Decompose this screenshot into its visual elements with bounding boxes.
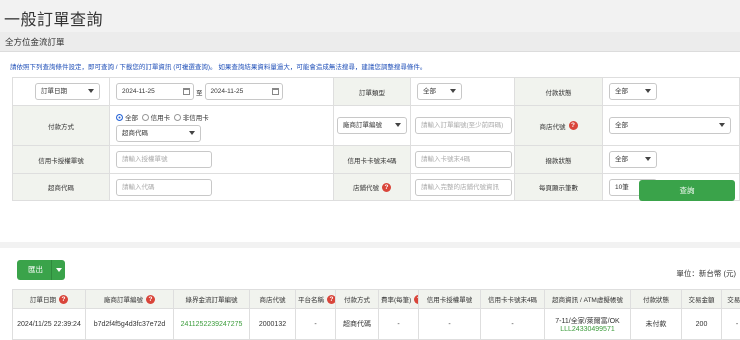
ecpay-order-no-link[interactable]: 2411252239247275 xyxy=(173,308,250,340)
store-id-label-cell: 商店代號? xyxy=(514,105,603,146)
help-icon[interactable]: ? xyxy=(414,295,418,305)
table-header-row: 訂單日期? 廠商訂單編號? 綠界金流訂單編號 商店代號 平台名稱? 付款方式 費… xyxy=(12,289,740,309)
column-header: 信用卡授權單號 xyxy=(418,289,481,309)
query-button[interactable]: 查詢 xyxy=(639,180,735,201)
column-header: 超商資訊 / ATM虛擬帳號 xyxy=(544,289,631,309)
currency-unit: 單位：新台幣 (元) xyxy=(676,269,736,278)
column-header: 信用卡卡號末4碼 xyxy=(480,289,545,309)
column-header: 商店代號 xyxy=(249,289,296,309)
order-no-type-cell: 廠商訂單編號 xyxy=(333,105,411,146)
payment-status-cell: 全部 xyxy=(602,77,740,106)
page-title: 一般訂單查詢 xyxy=(4,12,104,29)
card-auth-cell-value: - xyxy=(418,308,481,340)
payment-status-cell-value: 未付款 xyxy=(630,308,682,340)
help-icon[interactable]: ? xyxy=(59,295,68,305)
cvs-info-line1: 7-11/全家/萊爾富/OK xyxy=(555,317,620,325)
appropriation-label: 撥款狀態 xyxy=(514,145,603,174)
search-instructions: 請依照下列查詢條件設定，即可查詢 / 下載您的訂單資訊 (可複選查詢)。 如果查… xyxy=(10,64,427,71)
merchant-order-no-cell: b7d2f4f5g4d3fc37e72d xyxy=(85,308,174,340)
payment-status-label: 付款狀態 xyxy=(514,77,603,106)
appropriation-select[interactable]: 全部 xyxy=(609,151,657,168)
date-type-select[interactable]: 訂單日期 xyxy=(35,83,100,100)
order-type-cell: 全部 xyxy=(410,77,515,106)
card-auth-label: 信用卡授權單號 xyxy=(12,145,110,174)
help-icon[interactable]: ? xyxy=(382,182,391,192)
order-no-type-select[interactable]: 廠商訂單編號 xyxy=(337,117,407,134)
date-from-value: 2024-11-25 xyxy=(122,88,155,95)
export-label: 匯出 xyxy=(28,265,43,274)
card-last4-cell: 請輸入卡號末4碼 xyxy=(410,145,515,174)
date-from-input[interactable]: 2024-11-25 xyxy=(116,83,194,100)
payment-status-select[interactable]: 全部 xyxy=(609,83,657,100)
store-id-select[interactable]: 全部 xyxy=(609,117,731,134)
column-header: 付款狀態 xyxy=(630,289,682,309)
cvs-code-label: 超商代碼 xyxy=(12,173,110,201)
payment-method-radios: 全部 信用卡 非信用卡 xyxy=(116,112,209,122)
filter-area: 訂單日期 2024-11-25 至 2024-11-25 訂單類型 全部 付款狀… xyxy=(12,77,740,201)
radio-credit[interactable] xyxy=(141,114,149,122)
results-table: 訂單日期? 廠商訂單編號? 綠界金流訂單編號 商店代號 平台名稱? 付款方式 費… xyxy=(12,289,740,340)
payment-method-label: 付款方式 xyxy=(12,105,110,146)
order-date-cell: 2024/11/25 22:39:24 xyxy=(12,308,86,340)
radio-all-label: 全部 xyxy=(125,114,138,122)
branch-no-input[interactable]: 請輸入完整的店鋪代號資訊 xyxy=(415,178,512,196)
date-to-input[interactable]: 2024-11-25 xyxy=(204,83,283,100)
card-last4-input[interactable]: 請輸入卡號末4碼 xyxy=(415,151,512,168)
amount-cell: 200 xyxy=(681,308,722,340)
results-panel: 匯出 單位：新台幣 (元) 訂單日期? 廠商訂單編號? 綠界金流訂單編號 商店代… xyxy=(0,248,740,340)
card-auth-input[interactable]: 請輸入授權單號 xyxy=(116,151,212,168)
column-header: 交易手 xyxy=(721,289,740,309)
help-icon[interactable]: ? xyxy=(146,295,155,305)
order-type-select[interactable]: 全部 xyxy=(417,83,462,100)
calendar-icon[interactable] xyxy=(183,88,190,95)
appropriation-cell: 全部 xyxy=(602,145,740,174)
help-icon[interactable]: ? xyxy=(327,295,335,305)
page-size-label: 每頁顯示筆數 xyxy=(514,173,603,201)
card-last4-cell-value: - xyxy=(480,308,545,340)
cvs-code-cell: 請輸入代碼 xyxy=(109,173,334,201)
branch-no-label: 店鋪代號 xyxy=(353,185,379,192)
cvs-payment-code-link[interactable]: LLL24330499571 xyxy=(547,326,628,333)
order-type-label: 訂單類型 xyxy=(333,77,411,106)
section-title: 全方位金流訂單 xyxy=(0,32,740,52)
chevron-down-icon[interactable] xyxy=(51,260,65,280)
radio-noncredit[interactable] xyxy=(173,114,181,122)
cvs-code-input[interactable]: 請輸入代碼 xyxy=(116,178,212,196)
radio-credit-label: 信用卡 xyxy=(150,114,171,122)
table-row[interactable]: 2024/11/25 22:39:24 b7d2f4f5g4d3fc37e72d… xyxy=(12,308,740,340)
date-type-cell: 訂單日期 xyxy=(12,77,110,106)
date-range-cell: 2024-11-25 至 2024-11-25 xyxy=(109,77,334,106)
order-no-input[interactable]: 請輸入訂單編號(至少前四碼) xyxy=(415,117,512,134)
column-header: 交易金額 xyxy=(681,289,722,309)
fee-cut-cell: - xyxy=(721,308,740,340)
radio-all[interactable] xyxy=(116,114,123,122)
fee-cell: - xyxy=(378,308,419,340)
column-header: 廠商訂單編號? xyxy=(85,289,174,309)
cvs-info-cell: 7-11/全家/萊爾富/OK LLL24330499571 xyxy=(544,308,631,340)
order-no-cell: 請輸入訂單編號(至少前四碼) xyxy=(410,105,515,146)
card-last4-label: 信用卡卡號末4碼 xyxy=(333,145,411,174)
column-header[interactable]: 訂單日期? xyxy=(12,289,86,309)
card-auth-cell: 請輸入授權單號 xyxy=(109,145,334,174)
branch-no-label-cell: 店鋪代號? xyxy=(333,173,411,201)
store-id-label: 商店代號 xyxy=(539,123,566,131)
radio-noncredit-label: 非信用卡 xyxy=(182,114,209,122)
payment-method-cell-value: 超商代碼 xyxy=(335,308,379,340)
column-header: 費率(每筆)? xyxy=(378,289,419,309)
calendar-icon[interactable] xyxy=(271,88,279,95)
column-header: 平台名稱? xyxy=(295,289,336,309)
platform-cell: - xyxy=(295,308,336,340)
column-header: 綠界金流訂單編號 xyxy=(173,289,250,309)
date-to-value: 2024-11-25 xyxy=(210,88,244,95)
branch-no-cell: 請輸入完整的店鋪代號資訊 xyxy=(410,173,515,201)
store-id-cell: 全部 xyxy=(602,105,740,146)
store-id-cell-value: 2000132 xyxy=(249,308,296,340)
date-to-label: 至 xyxy=(196,89,203,97)
column-header: 付款方式 xyxy=(335,289,379,309)
payment-method-cell: 全部 信用卡 非信用卡 超商代碼 xyxy=(109,105,334,146)
help-icon[interactable]: ? xyxy=(568,121,578,130)
export-button[interactable]: 匯出 xyxy=(17,260,65,280)
payment-sub-select[interactable]: 超商代碼 xyxy=(116,124,201,142)
